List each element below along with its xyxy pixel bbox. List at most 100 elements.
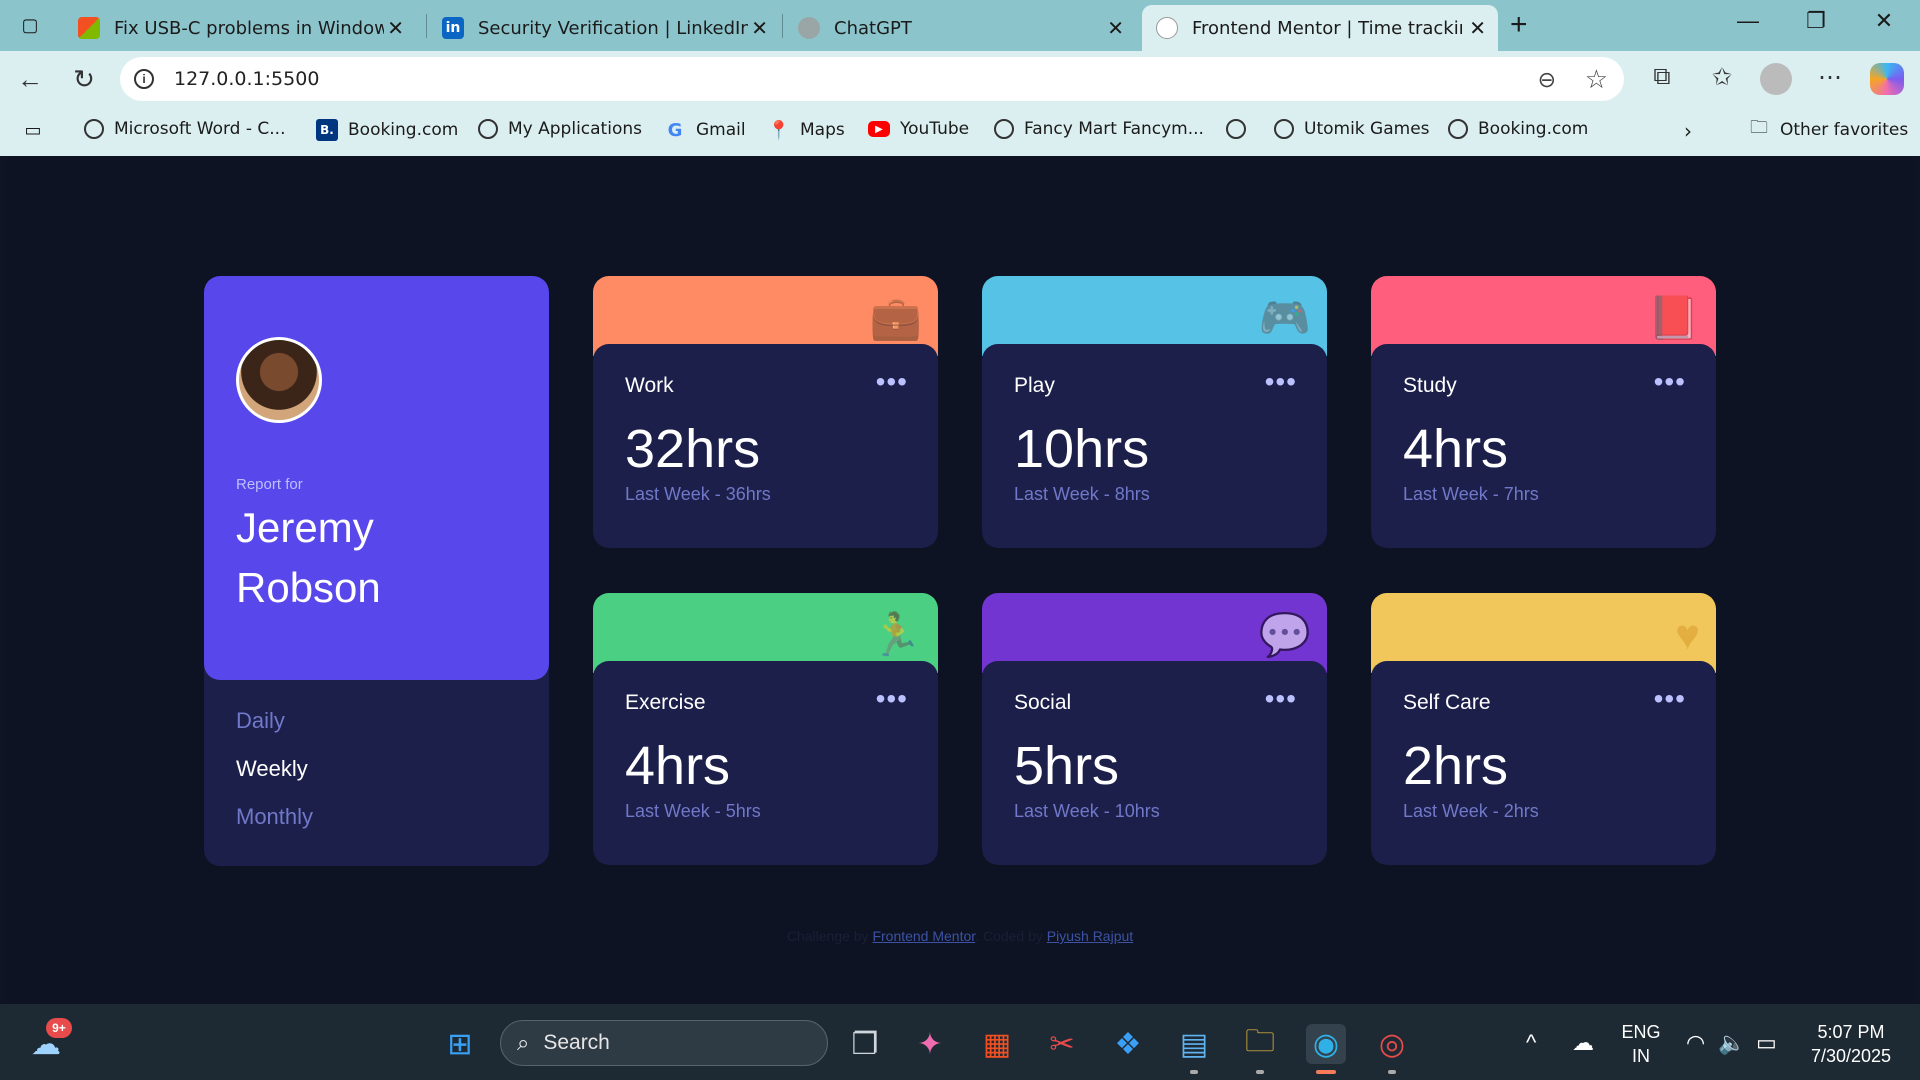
time-tracking-dashboard: Report for Jeremy Robson Daily Weekly Mo… [204,276,1718,866]
info-icon[interactable]: i [134,69,154,89]
bookmark-my-applications[interactable]: My Applications [478,119,642,139]
bookmark-booking[interactable]: B. Booking.com [316,119,458,141]
show-hidden-icons-chevron-icon[interactable]: ^ [1526,1030,1536,1056]
ellipsis-icon[interactable]: ••• [1654,366,1686,398]
more-options-icon[interactable]: ⋯ [1810,63,1850,92]
report-for-label: Report for [236,476,303,493]
restore-button[interactable]: ❐ [1796,8,1836,34]
tab-frontend-mentor[interactable]: Frontend Mentor | Time tracking ✕ [1142,5,1498,51]
notepad-icon[interactable]: ▤ [1174,1024,1214,1064]
avatar [236,337,322,423]
bookmark-word[interactable]: Microsoft Word - C... [84,119,286,139]
battery-icon[interactable]: ▭ [1756,1030,1777,1056]
frontend-mentor-link[interactable]: Frontend Mentor [872,928,975,944]
profile-avatar[interactable] [1760,63,1792,95]
edge-icon[interactable]: ◉ [1306,1024,1346,1064]
dropbox-icon[interactable]: ❖ [1108,1024,1148,1064]
more-bookmarks-chevron-icon[interactable]: › [1684,119,1692,143]
start-icon[interactable]: ⊞ [440,1024,480,1064]
ellipsis-icon[interactable]: ••• [876,366,908,398]
current-hours: 5hrs [1014,736,1120,796]
ellipsis-icon[interactable]: ••• [876,683,908,715]
other-favorites-label: Other favorites [1780,120,1909,140]
tab-title: ChatGPT [834,17,912,39]
bookmark-maps[interactable]: 📍 Maps [768,119,845,141]
clock[interactable]: 5:07 PM 7/30/2025 [1796,1020,1906,1068]
tab-actions-icon[interactable]: ▢ [10,10,50,40]
tab-chatgpt[interactable]: ChatGPT ✕ [784,5,1136,51]
zoom-icon[interactable]: ⊖ [1538,67,1556,93]
loading-icon [1156,17,1178,39]
snipping-tool-icon[interactable]: ✂ [1042,1024,1082,1064]
close-icon[interactable]: ✕ [1469,16,1486,40]
file-explorer-icon[interactable]: 🗀 [1240,1024,1280,1064]
bookmark-label: Booking.com [348,120,459,140]
close-icon[interactable]: ✕ [1107,16,1124,40]
card-body: Study ••• 4hrs Last Week - 7hrs [1371,344,1716,548]
ellipsis-icon[interactable]: ••• [1265,366,1297,398]
copilot-app-icon[interactable]: ✦ [910,1024,950,1064]
microsoft-store-icon[interactable]: ▦ [977,1024,1017,1064]
favorites-icon[interactable]: ✩ [1702,63,1742,92]
booking-icon: B. [316,119,338,141]
activity-card-social: 💬 Social ••• 5hrs Last Week - 10hrs [982,593,1327,865]
previous-hours: Last Week - 8hrs [1014,484,1150,504]
activity-card-play: 🎮 Play ••• 10hrs Last Week - 8hrs [982,276,1327,548]
close-icon[interactable]: ✕ [387,16,404,40]
period-daily[interactable]: Daily [236,708,285,734]
activity-card-self-care: ♥ Self Care ••• 2hrs Last Week - 2hrs [1371,593,1716,865]
address-bar[interactable]: i 127.0.0.1:5500 ⊖ ☆ [120,57,1624,101]
previous-hours: Last Week - 10hrs [1014,801,1160,821]
extensions-icon[interactable]: ⧉ [1642,63,1682,91]
taskbar-search[interactable]: ⌕ Search [500,1020,828,1066]
gamepad-icon: 🎮 [1258,294,1311,341]
attribution: Challenge by Frontend Mentor. Coded by P… [6,928,1914,944]
reading-view-icon[interactable]: ▭ [22,119,54,141]
minimize-button[interactable]: — [1728,8,1768,34]
maps-icon: 📍 [767,119,791,141]
globe-icon [1448,119,1468,139]
back-button[interactable]: ← [10,64,50,95]
tab-title: Security Verification | LinkedIn [478,17,748,39]
bookmark-untitled[interactable] [1226,119,1256,139]
globe-icon [1274,119,1294,139]
refresh-button[interactable]: ↻ [64,64,104,95]
volume-icon[interactable]: 🔈 [1718,1030,1745,1056]
bookmark-booking-2[interactable]: Booking.com [1448,119,1588,139]
windows-taskbar: ☁ 9+ ⊞ ⌕ Search ❐ ✦ ▦ ✂ ❖ ▤ 🗀 ◉ ◎ ^ ☁ EN… [0,1004,1920,1080]
language-indicator[interactable]: ENG IN [1616,1020,1666,1068]
favorite-star-icon[interactable]: ☆ [1585,64,1608,95]
author-link[interactable]: Piyush Rajput [1047,928,1133,944]
bookmark-fancy-mart[interactable]: Fancy Mart Fancym... [994,119,1204,139]
running-icon: 🏃 [869,611,922,658]
chrome-icon[interactable]: ◎ [1372,1024,1412,1064]
bookmark-gmail[interactable]: G Gmail [664,119,746,141]
bookmark-label: Maps [800,120,845,140]
ellipsis-icon[interactable]: ••• [1654,683,1686,715]
bookmark-utomik[interactable]: Utomik Games [1274,119,1430,139]
current-hours: 10hrs [1014,419,1150,479]
close-window-button[interactable]: ✕ [1864,8,1904,34]
bookmarks-bar: ▭ Microsoft Word - C... B. Booking.com M… [0,111,1920,156]
language-code: ENG [1621,1022,1661,1042]
tab-fix-usb[interactable]: Fix USB-C problems in Windows ✕ [64,5,416,51]
wifi-icon[interactable]: ◠ [1686,1030,1705,1056]
onedrive-icon[interactable]: ☁ [1572,1030,1594,1056]
other-favorites[interactable]: 🗀 Other favorites [1748,117,1909,141]
bookmark-youtube[interactable]: ▶ YouTube [868,119,969,139]
period-weekly[interactable]: Weekly [236,756,308,782]
bookmark-label: Gmail [696,120,746,140]
bookmark-label: Microsoft Word - C... [114,119,286,139]
tab-linkedin[interactable]: in Security Verification | LinkedIn ✕ [428,5,780,51]
copilot-icon[interactable] [1870,63,1904,95]
microsoft-icon [78,17,100,39]
card-body: Play ••• 10hrs Last Week - 8hrs [982,344,1327,548]
new-tab-button[interactable]: + [1510,8,1528,42]
close-icon[interactable]: ✕ [751,16,768,40]
chatgpt-icon [798,17,820,39]
url-text[interactable]: 127.0.0.1:5500 [174,68,319,90]
task-view-icon[interactable]: ❐ [845,1024,885,1064]
activity-card-exercise: 🏃 Exercise ••• 4hrs Last Week - 5hrs [593,593,938,865]
period-monthly[interactable]: Monthly [236,804,313,830]
ellipsis-icon[interactable]: ••• [1265,683,1297,715]
